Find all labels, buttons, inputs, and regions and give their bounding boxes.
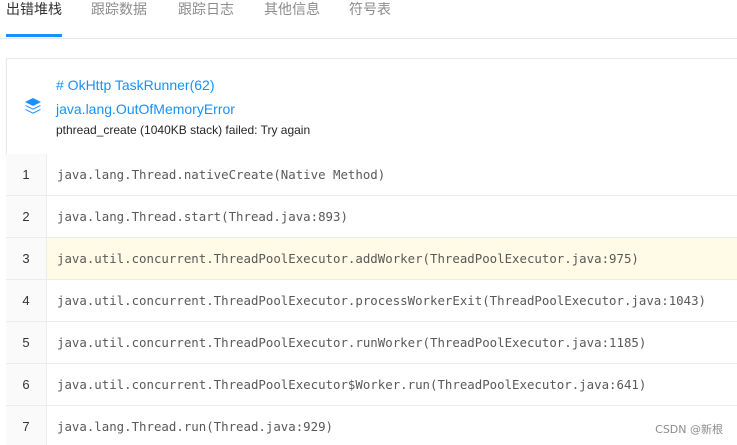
tab-symbol-table[interactable]: 符号表 (349, 0, 391, 38)
stack-frame-row[interactable]: 2 java.lang.Thread.start(Thread.java:893… (6, 196, 737, 238)
stack-frame-row[interactable]: 6 java.util.concurrent.ThreadPoolExecuto… (6, 364, 737, 406)
exception-type: java.lang.OutOfMemoryError (56, 101, 235, 117)
frame-text: java.util.concurrent.ThreadPoolExecutor.… (57, 335, 647, 350)
tab-stack-trace[interactable]: 出错堆栈 (6, 0, 62, 38)
frame-number: 4 (6, 280, 47, 321)
frame-text: java.lang.Thread.run(Thread.java:929) (57, 419, 334, 434)
frame-number: 5 (6, 322, 47, 363)
stack-frame-row[interactable]: 4 java.util.concurrent.ThreadPoolExecuto… (6, 280, 737, 322)
frame-text: java.lang.Thread.start(Thread.java:893) (57, 209, 348, 224)
frame-text: java.util.concurrent.ThreadPoolExecutor$… (57, 377, 647, 392)
frame-number: 2 (6, 196, 47, 237)
stack-frame-row[interactable]: 1 java.lang.Thread.nativeCreate(Native M… (6, 154, 737, 196)
tab-trace-log[interactable]: 跟踪日志 (178, 0, 234, 38)
frame-number: 3 (6, 238, 47, 279)
frame-number: 1 (6, 154, 47, 195)
frame-text: java.util.concurrent.ThreadPoolExecutor.… (47, 238, 737, 279)
exception-message: pthread_create (1040KB stack) failed: Tr… (56, 123, 311, 137)
stack-frame-row[interactable]: 3 java.util.concurrent.ThreadPoolExecuto… (6, 238, 737, 280)
frame-number: 7 (6, 406, 47, 445)
watermark: CSDN @新根 (655, 423, 723, 436)
stack-trace-list: 1 java.lang.Thread.nativeCreate(Native M… (6, 154, 737, 445)
crash-detail-panel: 出错堆栈 跟踪数据 跟踪日志 其他信息 符号表 # OkHttp TaskRun… (0, 0, 737, 445)
frame-number: 6 (6, 364, 47, 405)
frame-text: java.lang.Thread.nativeCreate(Native Met… (57, 167, 386, 182)
layers-icon (23, 96, 43, 116)
tab-bar: 出错堆栈 跟踪数据 跟踪日志 其他信息 符号表 (0, 0, 737, 39)
error-summary-card: # OkHttp TaskRunner(62) java.lang.OutOfM… (6, 58, 737, 156)
stack-frame-row[interactable]: 5 java.util.concurrent.ThreadPoolExecuto… (6, 322, 737, 364)
active-tab-indicator (6, 34, 62, 37)
tab-other-info[interactable]: 其他信息 (264, 0, 320, 38)
thread-name: # OkHttp TaskRunner(62) (56, 77, 215, 93)
stack-frame-row[interactable]: 7 java.lang.Thread.run(Thread.java:929) (6, 406, 737, 445)
frame-text: java.util.concurrent.ThreadPoolExecutor.… (57, 293, 707, 308)
tab-trace-data[interactable]: 跟踪数据 (91, 0, 147, 38)
